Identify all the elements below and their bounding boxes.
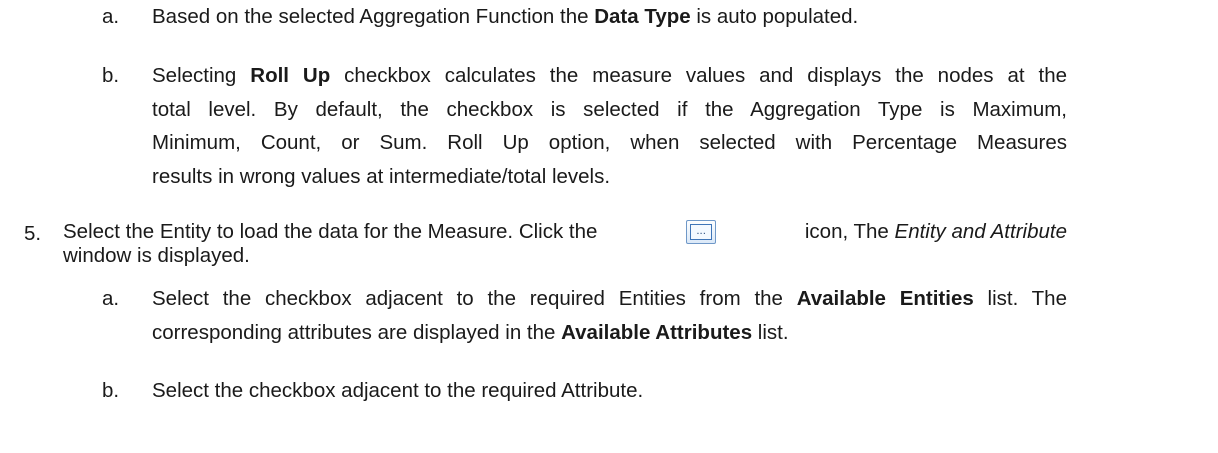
list-marker: b. (102, 64, 120, 87)
paragraph-line: total level. By default, the checkbox is… (152, 98, 1067, 121)
paragraph-line: Select the checkbox adjacent to the requ… (152, 379, 644, 402)
paragraph-line: window is displayed. (63, 244, 250, 267)
browse-ellipsis-icon: ... (686, 220, 717, 244)
list-marker: a. (102, 287, 120, 310)
paragraph-line: results in wrong values at intermediate/… (152, 165, 611, 188)
paragraph-line: Select the checkbox adjacent to the requ… (152, 287, 1067, 310)
paragraph-line: Selecting Roll Up checkbox calculates th… (152, 64, 1067, 87)
step-text: Select the Entity to load the data for t… (63, 220, 598, 243)
list-marker: b. (102, 379, 120, 402)
document-page: { "items": [ { "marker": "a.", "lines": … (0, 0, 1218, 453)
paragraph-line: corresponding attributes are displayed i… (152, 321, 789, 344)
paragraph-line: Minimum, Count, or Sum. Roll Up option, … (152, 131, 1067, 154)
list-marker: a. (102, 5, 120, 28)
paragraph-line: Based on the selected Aggregation Functi… (152, 5, 859, 28)
paragraph-line: Select the Entity to load the data for t… (63, 219, 1067, 245)
list-marker: 5. (24, 222, 42, 245)
step-text: icon, The Entity and Attribute (804, 220, 1067, 243)
